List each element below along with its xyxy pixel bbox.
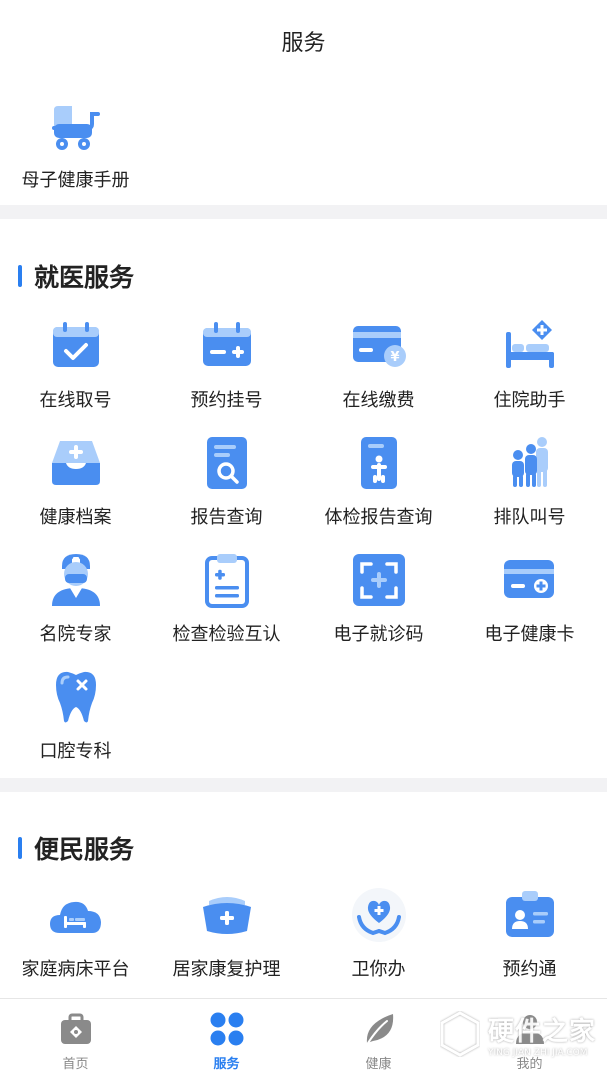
section-title-medical: 就医服务 <box>18 258 134 294</box>
tab-services[interactable]: 服务 <box>151 999 302 1080</box>
service-item-queue-call[interactable]: 排队叫号 <box>454 435 605 529</box>
page-header: 服务 <box>0 0 607 82</box>
grid-icon <box>209 1011 245 1047</box>
hospital-bed-icon <box>502 318 558 374</box>
service-item-label: 预约通 <box>502 959 557 980</box>
service-item-e-health-card[interactable]: 电子健康卡 <box>454 552 605 646</box>
service-item-label: 排队叫号 <box>493 507 566 528</box>
service-item-family-bed-platform[interactable]: 家庭病床平台 <box>0 887 151 981</box>
service-item-label: 住院助手 <box>493 390 566 411</box>
card-yuan-icon: ¥ <box>351 318 407 374</box>
scan-code-icon <box>351 552 407 608</box>
section-divider <box>0 778 607 792</box>
heart-hands-icon <box>351 887 407 943</box>
service-item-online-payment[interactable]: ¥ 在线缴费 <box>303 318 454 412</box>
clipboard-icon <box>199 552 255 608</box>
calendar-check-icon <box>48 318 104 374</box>
checkup-report-icon <box>351 435 407 491</box>
service-item-dental-specialty[interactable]: 口腔专科 <box>0 669 151 763</box>
id-badge-icon <box>502 887 558 943</box>
service-item-health-records[interactable]: 健康档案 <box>0 435 151 529</box>
service-item-label: 报告查询 <box>190 507 263 528</box>
service-item-label: 卫你办 <box>351 959 406 980</box>
tab-home[interactable]: 首页 <box>0 999 151 1080</box>
service-item-checkup-report[interactable]: 体检报告查询 <box>303 435 454 529</box>
section-title-bar <box>18 837 22 859</box>
service-item-appointment[interactable]: 预约挂号 <box>151 318 302 412</box>
section-title-text: 就医服务 <box>34 263 135 292</box>
service-item-label: 居家康复护理 <box>172 959 281 980</box>
doctor-icon <box>48 552 104 608</box>
page-title: 服务 <box>281 31 326 56</box>
watermark-logo-icon <box>440 1011 480 1057</box>
leaf-icon <box>361 1011 397 1047</box>
service-item-label: 体检报告查询 <box>324 507 433 528</box>
inbox-plus-icon <box>48 435 104 491</box>
service-item-mother-child-handbook[interactable]: 母子健康手册 <box>0 98 151 192</box>
baby-stroller-icon <box>48 98 104 154</box>
section-title-bar <box>18 265 22 287</box>
service-item-exam-mutual-recognition[interactable]: 检查检验互认 <box>151 552 302 646</box>
calendar-plus-icon <box>199 318 255 374</box>
service-item-label: 名院专家 <box>39 624 112 645</box>
cloud-bed-icon <box>48 887 104 943</box>
service-item-report-query[interactable]: 报告查询 <box>151 435 302 529</box>
tab-label: 首页 <box>62 1057 89 1072</box>
service-item-wei-ni-ban[interactable]: 卫你办 <box>303 887 454 981</box>
report-search-icon <box>199 435 255 491</box>
service-item-label: 电子健康卡 <box>484 624 575 645</box>
health-card-icon <box>502 552 558 608</box>
service-item-label: 在线缴费 <box>342 390 415 411</box>
service-item-home-rehab-nursing[interactable]: 居家康复护理 <box>151 887 302 981</box>
service-item-label: 在线取号 <box>39 390 112 411</box>
tab-label: 健康 <box>365 1057 392 1072</box>
nurse-cap-icon <box>199 887 255 943</box>
tab-health[interactable]: 健康 <box>303 999 454 1080</box>
service-item-label: 口腔专科 <box>39 741 112 762</box>
medical-kit-icon <box>58 1011 94 1047</box>
section-divider <box>0 205 607 219</box>
service-item-label: 检查检验互认 <box>172 624 281 645</box>
service-item-label: 预约挂号 <box>190 390 263 411</box>
watermark-subtext: YING JIAN ZHI JIA.COM <box>488 1047 588 1058</box>
service-item-hospital-assistant[interactable]: 住院助手 <box>454 318 605 412</box>
watermark: 硬件之家 YING JIAN ZHI JIA.COM <box>440 1006 600 1062</box>
queue-people-icon <box>502 435 558 491</box>
section-title-convenience: 便民服务 <box>18 830 134 866</box>
service-item-online-ticket[interactable]: 在线取号 <box>0 318 151 412</box>
tooth-icon <box>48 669 104 725</box>
watermark-text: 硬件之家 <box>488 1016 597 1047</box>
tab-label: 服务 <box>213 1057 240 1072</box>
service-item-label: 健康档案 <box>39 507 112 528</box>
service-item-appointment-pass[interactable]: 预约通 <box>454 887 605 981</box>
service-item-famous-experts[interactable]: 名院专家 <box>0 552 151 646</box>
service-item-label: 母子健康手册 <box>21 170 130 191</box>
service-item-label: 电子就诊码 <box>333 624 424 645</box>
section-title-text: 便民服务 <box>34 835 135 864</box>
service-item-e-visit-code[interactable]: 电子就诊码 <box>303 552 454 646</box>
service-item-label: 家庭病床平台 <box>21 959 130 980</box>
svg-text:¥: ¥ <box>390 350 399 365</box>
